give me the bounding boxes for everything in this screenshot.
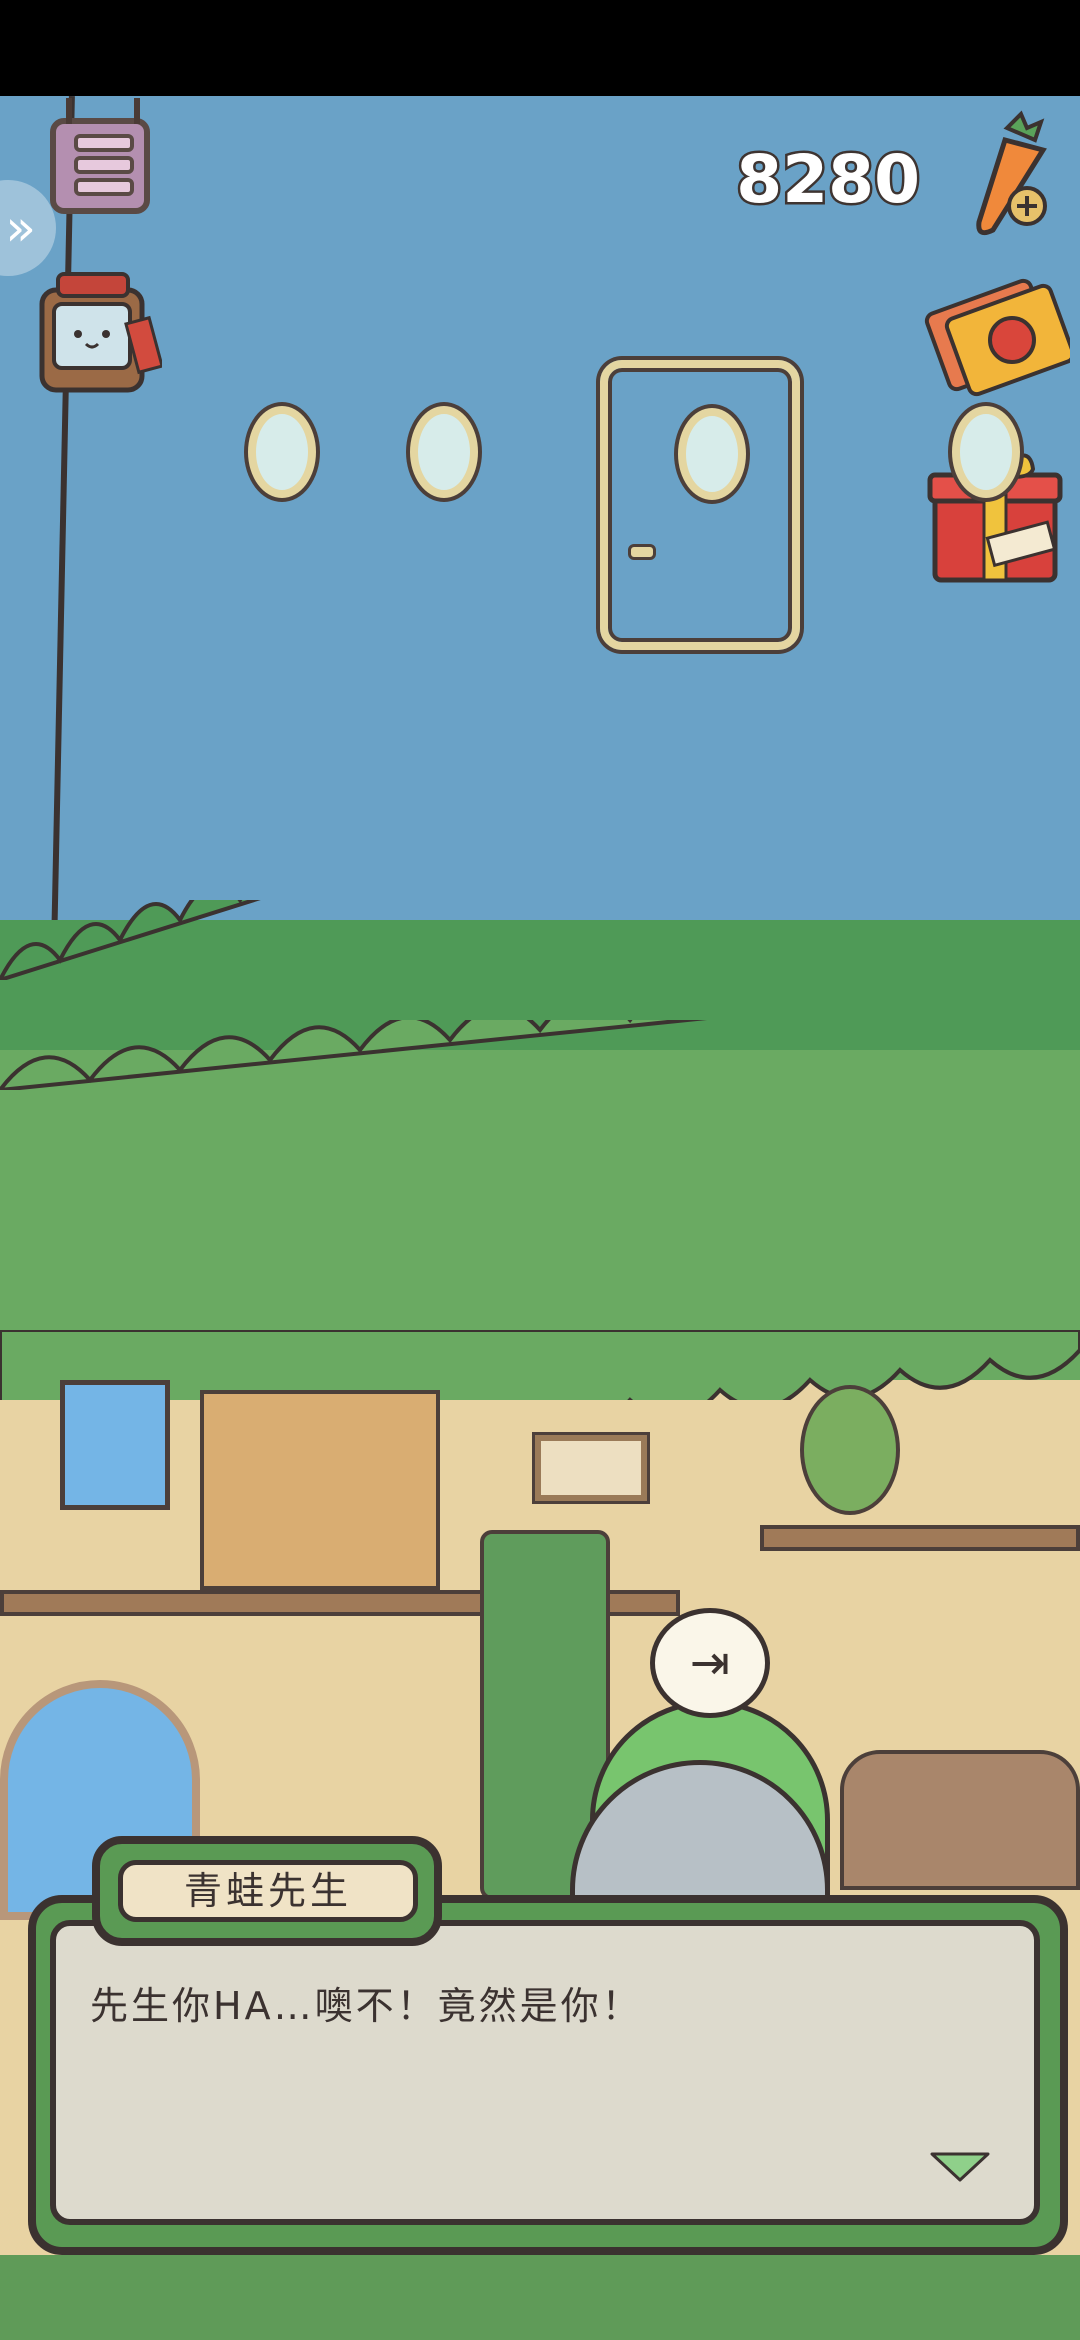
bookshelf bbox=[200, 1390, 440, 1590]
window bbox=[60, 1380, 170, 1510]
hanging-nest-chair bbox=[800, 1385, 900, 1515]
menu-icon[interactable] bbox=[50, 98, 150, 214]
carrot-plus-icon[interactable] bbox=[945, 110, 1065, 240]
lucky-ticket-icon[interactable] bbox=[920, 270, 1070, 400]
door bbox=[600, 360, 800, 650]
porthole-window bbox=[410, 406, 478, 498]
triangle-down-icon[interactable] bbox=[928, 2148, 992, 2184]
foliage-edge bbox=[0, 1020, 708, 1090]
dialog-text: 先生你HA…噢不！竟然是你！ bbox=[90, 1984, 643, 2028]
exit-door-icon[interactable]: ⇥ bbox=[650, 1608, 770, 1718]
currency-count: 8280 bbox=[734, 139, 923, 221]
speaker-name: 青蛙先生 bbox=[118, 1860, 418, 1922]
reception-desk bbox=[840, 1750, 1080, 1890]
foliage-edge bbox=[0, 900, 261, 980]
dialog-panel bbox=[50, 1920, 1040, 2225]
status-bar bbox=[0, 0, 1080, 96]
door-knob bbox=[628, 544, 656, 560]
porthole-window bbox=[248, 406, 316, 498]
backpack-icon[interactable] bbox=[32, 260, 162, 410]
right-shelf bbox=[760, 1525, 1080, 1551]
sky-background bbox=[0, 96, 1080, 996]
door-porthole bbox=[678, 408, 746, 500]
porthole-window bbox=[952, 406, 1020, 498]
picture-frame bbox=[535, 1435, 647, 1501]
grass-foreground bbox=[0, 2255, 1080, 2340]
